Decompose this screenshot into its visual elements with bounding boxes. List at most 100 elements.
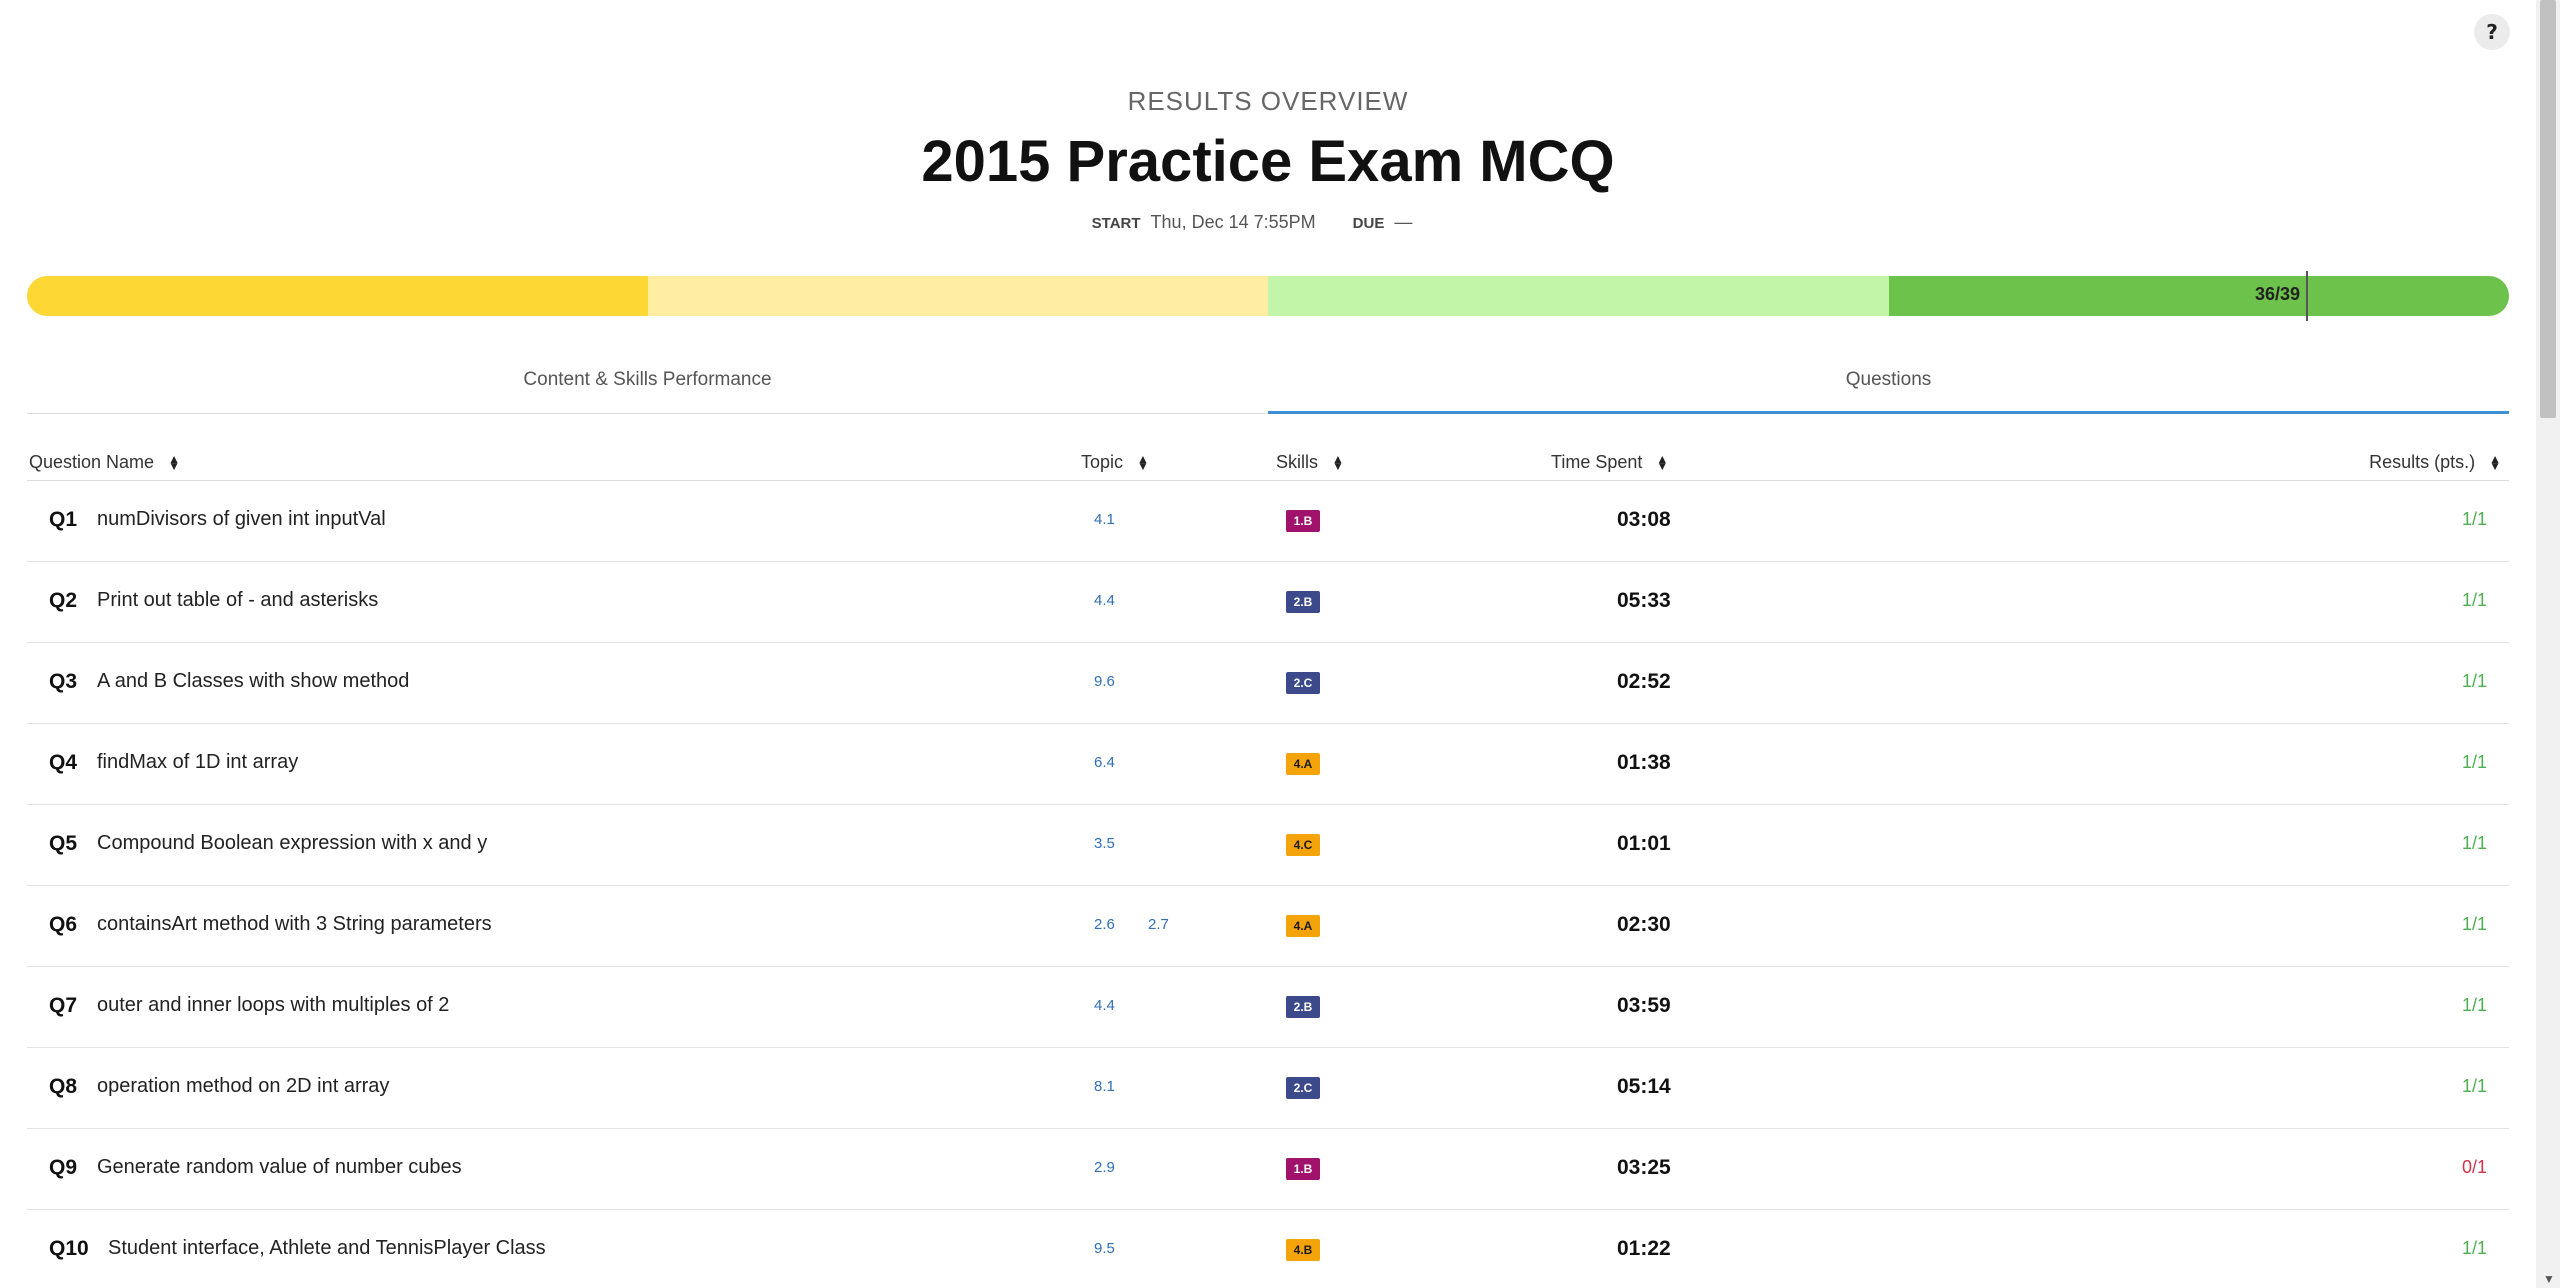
skill-badge[interactable]: 1.B xyxy=(1286,1158,1320,1180)
topic-link[interactable]: 8.1 xyxy=(1094,1078,1115,1095)
table-header: Question Name ▲ ▼ Topic ▲ ▼ Skills ▲ ▼ Time Sp… xyxy=(27,446,2509,481)
table-row[interactable]: Q3 A and B Classes with show method 9.6 2.C… xyxy=(27,643,2509,724)
topic-link[interactable]: 4.4 xyxy=(1094,592,1115,609)
column-label: Skills xyxy=(1276,452,1319,472)
question-number: Q2 xyxy=(49,589,78,612)
question-name[interactable]: Generate random value of number cubes xyxy=(97,1156,462,1179)
result-points: 1/1 xyxy=(2461,590,2487,610)
time-spent: 05:33 xyxy=(1617,589,1671,612)
score-band-1 xyxy=(27,276,648,316)
skill-badge[interactable]: 4.A xyxy=(1286,915,1320,937)
table-row[interactable]: Q9 Generate random value of number cubes 2… xyxy=(27,1129,2509,1210)
result-points: 1/1 xyxy=(2461,752,2487,772)
question-name[interactable]: operation method on 2D int array xyxy=(97,1075,389,1098)
skill-badge[interactable]: 2.C xyxy=(1286,1077,1320,1099)
question-name[interactable]: outer and inner loops with multiples of … xyxy=(97,994,449,1017)
result-points: 1/1 xyxy=(2461,1238,2487,1258)
result-points: 1/1 xyxy=(2461,671,2487,691)
topic-link[interactable]: 9.5 xyxy=(1094,1240,1115,1257)
help-button[interactable]: ? xyxy=(2474,14,2510,50)
skill-badge[interactable]: 1.B xyxy=(1286,510,1320,532)
question-number: Q3 xyxy=(49,670,78,693)
table-row[interactable]: Q10 Student interface, Athlete and Tennis… xyxy=(27,1210,2509,1288)
column-question-name[interactable]: Question Name ▲ ▼ xyxy=(29,452,180,473)
time-spent: 02:52 xyxy=(1617,670,1671,693)
topic-link[interactable]: 6.4 xyxy=(1094,754,1115,771)
tab-content-skills[interactable]: Content & Skills Performance xyxy=(27,362,1268,413)
result-points: 0/1 xyxy=(2461,1157,2487,1177)
question-name[interactable]: findMax of 1D int array xyxy=(97,751,298,774)
question-number: Q6 xyxy=(49,913,78,936)
topic-link[interactable]: 2.7 xyxy=(1148,916,1169,933)
time-spent: 03:59 xyxy=(1617,994,1671,1017)
column-skills[interactable]: Skills ▲ ▼ xyxy=(1276,452,1344,473)
table-row[interactable]: Q1 numDivisors of given int inputVal 4.1 1.… xyxy=(27,481,2509,562)
skill-badge[interactable]: 2.C xyxy=(1286,672,1320,694)
page-title: 2015 Practice Exam MCQ xyxy=(921,129,1615,194)
tab-questions[interactable]: Questions xyxy=(1268,362,2509,414)
result-points: 1/1 xyxy=(2461,509,2487,529)
time-spent: 03:08 xyxy=(1617,508,1671,531)
sort-icon[interactable]: ▲ ▼ xyxy=(168,453,180,472)
time-spent: 03:25 xyxy=(1617,1156,1671,1179)
question-name[interactable]: containsArt method with 3 String paramet… xyxy=(97,913,492,936)
question-table-body: Q1 numDivisors of given int inputVal 4.1 1.… xyxy=(27,481,2509,1288)
score-progress-bar xyxy=(27,276,2509,316)
start-value: Thu, Dec 14 7:55PM xyxy=(1150,212,1316,232)
table-row[interactable]: Q6 containsArt method with 3 String param… xyxy=(27,886,2509,967)
table-row[interactable]: Q8 operation method on 2D int array 8.1 2.C… xyxy=(27,1048,2509,1129)
sort-icon[interactable]: ▲ ▼ xyxy=(1656,453,1668,472)
sort-icon[interactable]: ▲ ▼ xyxy=(1332,453,1344,472)
skill-badge[interactable]: 4.B xyxy=(1286,1239,1320,1261)
topic-link[interactable]: 9.6 xyxy=(1094,673,1115,690)
question-name[interactable]: A and B Classes with show method xyxy=(97,670,409,693)
skill-badge[interactable]: 4.C xyxy=(1286,834,1320,856)
results-tabs: Content & Skills Performance Questions xyxy=(27,362,2509,414)
column-time-spent[interactable]: Time Spent ▲ ▼ xyxy=(1551,452,1668,473)
result-points: 1/1 xyxy=(2461,914,2487,934)
question-number: Q4 xyxy=(49,751,78,774)
due-label: DUE xyxy=(1352,215,1385,232)
column-label: Results (pts.) xyxy=(2369,452,2476,472)
topic-link[interactable]: 4.4 xyxy=(1094,997,1115,1014)
score-label: 36/39 xyxy=(2254,284,2300,304)
topic-link[interactable]: 2.6 xyxy=(1094,916,1115,933)
skill-badge[interactable]: 2.B xyxy=(1286,591,1320,613)
question-name[interactable]: Student interface, Athlete and TennisPla… xyxy=(108,1237,546,1260)
sort-icon[interactable]: ▲ ▼ xyxy=(2489,453,2501,472)
question-number: Q9 xyxy=(49,1156,78,1179)
table-row[interactable]: Q7 outer and inner loops with multiples o… xyxy=(27,967,2509,1048)
table-row[interactable]: Q5 Compound Boolean expression with x and… xyxy=(27,805,2509,886)
table-row[interactable]: Q4 findMax of 1D int array 6.4 4.A 01:38 1/1 xyxy=(27,724,2509,805)
question-number: Q7 xyxy=(49,994,78,1017)
time-spent: 01:38 xyxy=(1617,751,1671,774)
question-number: Q1 xyxy=(49,508,78,531)
score-marker xyxy=(2306,271,2308,321)
due-value: — xyxy=(1394,212,1413,232)
column-results[interactable]: Results (pts.) ▲ ▼ xyxy=(2369,452,2501,473)
column-label: Time Spent xyxy=(1551,452,1643,472)
score-band-4 xyxy=(1888,276,2509,316)
topic-link[interactable]: 2.9 xyxy=(1094,1159,1115,1176)
time-spent: 02:30 xyxy=(1617,913,1671,936)
scrollbar-thumb[interactable] xyxy=(2540,0,2556,418)
question-name[interactable]: Print out table of - and asterisks xyxy=(97,589,378,612)
time-spent: 05:14 xyxy=(1617,1075,1671,1098)
time-spent: 01:01 xyxy=(1617,832,1671,855)
page-scrollbar[interactable]: ▼ xyxy=(2536,0,2560,1288)
question-number: Q8 xyxy=(49,1075,78,1098)
question-name[interactable]: numDivisors of given int inputVal xyxy=(97,508,386,531)
column-label: Topic xyxy=(1081,452,1124,472)
skill-badge[interactable]: 2.B xyxy=(1286,996,1320,1018)
time-spent: 01:22 xyxy=(1617,1237,1671,1260)
question-name[interactable]: Compound Boolean expression with x and y xyxy=(97,832,487,855)
skill-badge[interactable]: 4.A xyxy=(1286,753,1320,775)
sort-icon[interactable]: ▲ ▼ xyxy=(1137,453,1149,472)
result-points: 1/1 xyxy=(2461,995,2487,1015)
column-topic[interactable]: Topic ▲ ▼ xyxy=(1081,452,1149,473)
page-eyebrow: RESULTS OVERVIEW xyxy=(1127,86,1409,116)
topic-link[interactable]: 3.5 xyxy=(1094,835,1115,852)
scroll-down-arrow-icon[interactable]: ▼ xyxy=(2543,1272,2555,1286)
topic-link[interactable]: 4.1 xyxy=(1094,511,1115,528)
table-row[interactable]: Q2 Print out table of - and asterisks 4.4 2… xyxy=(27,562,2509,643)
